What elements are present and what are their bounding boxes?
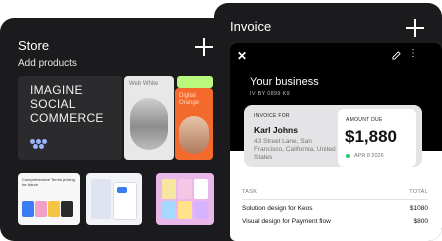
table-header: TASK TOTAL (242, 189, 428, 197)
add-products-label[interactable]: Add products (18, 58, 77, 69)
amount-due-box: AMOUNT DUE $1,880 APR 8 2026 (338, 109, 416, 167)
product-tile-digital-orange[interactable]: Digital Orange (175, 88, 213, 160)
amount-due-value: $1,880 (345, 127, 397, 146)
invoice-panel: Invoice ✕ ⋮ Your business IV BY 0899 K9 … (214, 3, 442, 241)
amount-due-label: AMOUNT DUE (346, 117, 383, 123)
total-cell: $800 (413, 218, 428, 225)
portrait-image (130, 98, 168, 150)
plus-icon[interactable] (406, 19, 424, 37)
imagine-text: IMAGINE SOCIAL COMMERCE (30, 83, 104, 125)
web-white-text: Web White (129, 81, 159, 87)
table-row: Solution design for Keos $1080 (242, 205, 428, 218)
task-column-header: TASK (242, 189, 258, 195)
due-date: APR 8 2026 (346, 153, 384, 159)
portrait-image (179, 116, 209, 154)
pricing-text: Comprehensive Terms pricing for future (22, 177, 75, 187)
status-dot (346, 153, 350, 158)
task-table: TASK TOTAL Solution design for Keos $108… (242, 189, 428, 231)
product-tile-app[interactable] (86, 173, 142, 225)
invoice-for-label: INVOICE FOR (254, 113, 290, 119)
client-address: 43 Street Lane, San Francisco, Californi… (254, 138, 336, 161)
store-title: Store (18, 38, 50, 53)
table-row: Visual design for Payment flow $800 (242, 218, 428, 231)
logo-dots (30, 139, 52, 149)
product-tile-web-white[interactable]: Web White (124, 76, 174, 160)
product-tile-pricing[interactable]: Comprehensive Terms pricing for future (18, 173, 80, 225)
edit-icon[interactable] (392, 51, 401, 60)
store-panel: Store Add products IMAGINE SOCIAL COMMER… (0, 18, 243, 241)
total-column-header: TOTAL (409, 189, 428, 195)
digital-orange-text: Digital Orange (179, 93, 200, 106)
invoice-summary-card: INVOICE FOR Karl Johns 43 Street Lane, S… (244, 105, 422, 167)
plus-icon[interactable] (195, 38, 213, 56)
invoice-title: Invoice (230, 19, 272, 34)
business-id: IV BY 0899 K9 (250, 91, 290, 97)
divider (242, 199, 428, 200)
task-cell: Visual design for Payment flow (242, 218, 331, 225)
invoice-for-section: INVOICE FOR Karl Johns 43 Street Lane, S… (254, 113, 340, 162)
total-cell: $1080 (409, 205, 428, 212)
close-icon[interactable]: ✕ (237, 49, 247, 63)
task-cell: Solution design for Keos (242, 205, 313, 212)
invoice-document: ✕ ⋮ Your business IV BY 0899 K9 INVOICE … (230, 43, 442, 241)
product-tile-green[interactable] (177, 76, 213, 88)
image-row (22, 201, 76, 219)
more-vertical-icon[interactable]: ⋮ (408, 49, 418, 59)
business-name: Your business (250, 76, 319, 88)
product-tile-cards[interactable] (156, 173, 214, 225)
product-tile-imagine[interactable]: IMAGINE SOCIAL COMMERCE (18, 76, 122, 160)
client-name: Karl Johns (254, 125, 298, 135)
